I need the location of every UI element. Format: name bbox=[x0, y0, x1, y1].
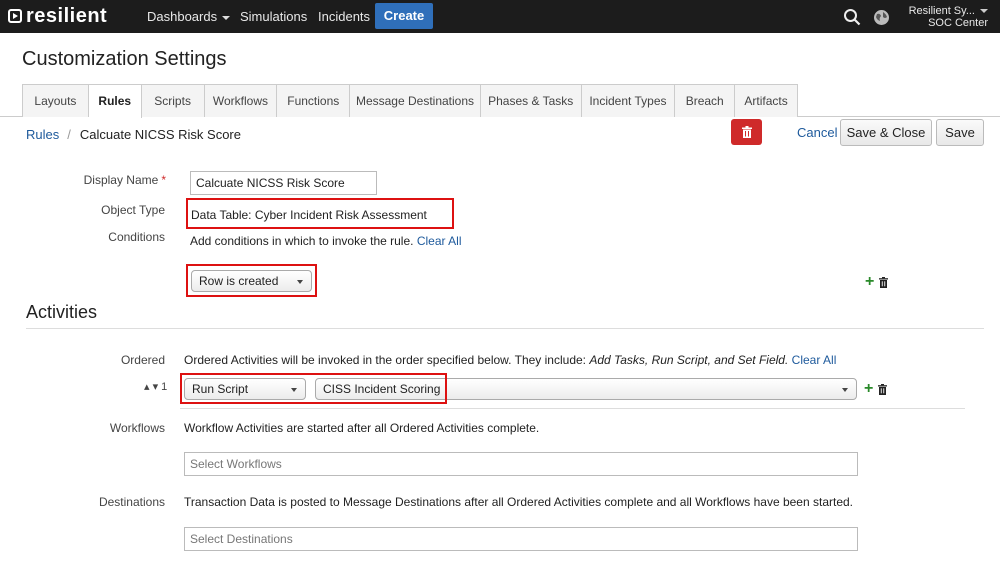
tab-workflows[interactable]: Workflows bbox=[205, 85, 278, 117]
display-name-label: Display Name * bbox=[84, 173, 166, 187]
save-close-button[interactable]: Save & Close bbox=[840, 119, 932, 146]
breadcrumb-current: Calcuate NICSS Risk Score bbox=[79, 127, 241, 142]
chevron-down-icon bbox=[980, 9, 988, 14]
chevron-down-icon bbox=[222, 15, 231, 20]
chevron-down-icon bbox=[291, 388, 297, 392]
chevron-down-icon bbox=[297, 280, 303, 284]
cancel-link[interactable]: Cancel bbox=[797, 125, 837, 140]
conditions-text: Add conditions in which to invoke the ru… bbox=[190, 234, 414, 248]
save-button[interactable]: Save bbox=[936, 119, 984, 146]
nav-dashboards-label: Dashboards bbox=[147, 9, 218, 24]
settings-tabs: Layouts Rules Scripts Workflows Function… bbox=[22, 84, 798, 118]
top-navbar: resilient Dashboards Simulations Inciden… bbox=[0, 0, 1000, 33]
brand-name: resilient bbox=[26, 4, 108, 27]
tab-functions[interactable]: Functions bbox=[277, 85, 351, 117]
section-divider bbox=[26, 328, 984, 329]
ordered-text: Ordered Activities will be invoked in th… bbox=[184, 353, 590, 367]
breadcrumb-rules-link[interactable]: Rules bbox=[26, 127, 59, 142]
destinations-select[interactable]: Select Destinations bbox=[184, 527, 858, 551]
activity-type-select[interactable]: Run Script bbox=[184, 378, 306, 400]
workflows-label: Workflows bbox=[109, 421, 165, 435]
user-name: Resilient Sy... bbox=[908, 5, 975, 17]
object-type-value: Data Table: Cyber Incident Risk Assessme… bbox=[191, 208, 427, 222]
conditions-label: Conditions bbox=[108, 230, 165, 244]
ordered-label: Ordered bbox=[120, 353, 165, 367]
workflows-select[interactable]: Select Workflows bbox=[184, 452, 858, 476]
activity-type-value: Run Script bbox=[192, 382, 249, 396]
ordered-clear-all[interactable]: Clear All bbox=[792, 353, 837, 367]
nav-dashboards[interactable]: Dashboards bbox=[147, 9, 231, 24]
object-type-label: Object Type bbox=[101, 203, 165, 217]
condition-select[interactable]: Row is created bbox=[191, 270, 312, 292]
tab-message-destinations[interactable]: Message Destinations bbox=[350, 85, 481, 117]
ordered-description: Ordered Activities will be invoked in th… bbox=[184, 353, 836, 367]
tab-scripts[interactable]: Scripts bbox=[142, 85, 205, 117]
required-mark: * bbox=[161, 173, 166, 187]
display-name-label-text: Display Name bbox=[83, 173, 159, 187]
trash-icon bbox=[742, 126, 752, 138]
trash-icon[interactable] bbox=[878, 384, 887, 395]
conditions-clear-all[interactable]: Clear All bbox=[417, 234, 462, 248]
tab-rules[interactable]: Rules bbox=[88, 85, 142, 118]
sort-arrows-icon[interactable]: ▴ ▾ bbox=[144, 381, 158, 393]
order-number: 1 bbox=[161, 381, 168, 393]
activities-title: Activities bbox=[26, 302, 98, 322]
brand-logo[interactable]: resilient bbox=[8, 4, 107, 28]
org-name: SOC Center bbox=[928, 17, 988, 29]
display-name-field[interactable]: Calcuate NICSS Risk Score bbox=[190, 171, 377, 195]
nav-simulations[interactable]: Simulations bbox=[240, 9, 307, 24]
search-icon[interactable] bbox=[843, 8, 861, 26]
script-select-value: CISS Incident Scoring bbox=[323, 382, 441, 396]
tab-breach[interactable]: Breach bbox=[675, 85, 736, 117]
create-button[interactable]: Create bbox=[375, 3, 433, 29]
row-divider bbox=[180, 408, 965, 409]
activity-order[interactable]: ▴ ▾ 1 bbox=[144, 380, 167, 393]
trash-icon[interactable] bbox=[879, 277, 888, 288]
page-title: Customization Settings bbox=[22, 48, 227, 70]
destinations-label: Destinations bbox=[98, 495, 165, 509]
chevron-down-icon bbox=[842, 388, 848, 392]
script-select[interactable]: CISS Incident Scoring bbox=[315, 378, 857, 400]
destinations-description: Transaction Data is posted to Message De… bbox=[184, 495, 853, 509]
ordered-italic: Add Tasks, Run Script, and Set Field. bbox=[589, 353, 789, 367]
logo-mark-icon bbox=[8, 9, 22, 23]
plus-icon[interactable]: + bbox=[864, 381, 873, 397]
delete-button[interactable] bbox=[731, 119, 762, 145]
breadcrumb: Rules / Calcuate NICSS Risk Score bbox=[26, 127, 241, 142]
tab-phases-tasks[interactable]: Phases & Tasks bbox=[481, 85, 582, 117]
plus-icon[interactable]: + bbox=[865, 274, 874, 290]
tab-incident-types[interactable]: Incident Types bbox=[582, 85, 676, 117]
tab-artifacts[interactable]: Artifacts bbox=[735, 85, 797, 117]
workflows-description: Workflow Activities are started after al… bbox=[184, 421, 540, 435]
condition-select-value: Row is created bbox=[199, 274, 279, 288]
breadcrumb-separator: / bbox=[67, 127, 71, 142]
tab-layouts[interactable]: Layouts bbox=[23, 85, 89, 117]
user-menu[interactable]: Resilient Sy... SOC Center bbox=[909, 5, 988, 29]
conditions-description: Add conditions in which to invoke the ru… bbox=[190, 234, 462, 248]
globe-icon[interactable] bbox=[873, 9, 890, 26]
nav-incidents[interactable]: Incidents bbox=[318, 9, 370, 24]
